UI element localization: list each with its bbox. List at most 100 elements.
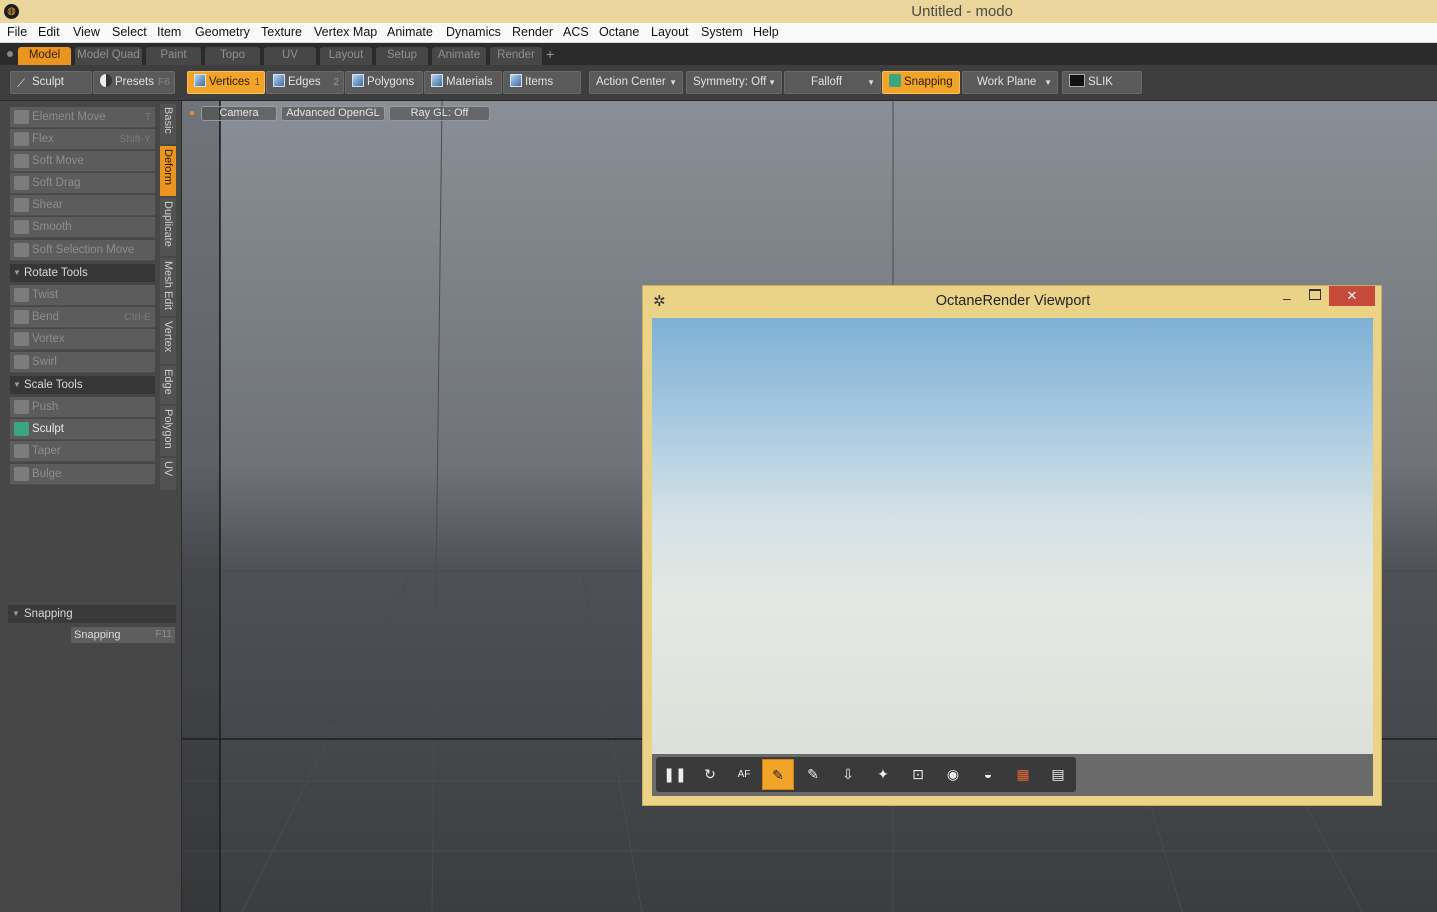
edges-cube-icon (273, 74, 285, 87)
menu-geometry[interactable]: Geometry (195, 25, 250, 39)
menu-item[interactable]: Item (157, 25, 181, 39)
soft-drag-icon (14, 176, 29, 190)
collapse-triangle-icon: ▼ (12, 609, 20, 618)
rotate-tools-header[interactable]: ▼ Rotate Tools (10, 264, 155, 282)
slik-logo-icon (1069, 74, 1085, 87)
pick-white-balance-icon[interactable]: ✎ (797, 759, 829, 790)
polygons-mode-button[interactable]: Polygons (345, 71, 423, 94)
vtab-polygon[interactable]: Polygon (160, 406, 176, 456)
snapping-section-header[interactable]: ▼ Snapping (8, 605, 176, 623)
vertices-mode-button[interactable]: Vertices 1 (187, 71, 265, 94)
add-tab-button[interactable]: + (546, 46, 554, 62)
menu-layout[interactable]: Layout (651, 25, 689, 39)
vortex-tool[interactable]: Vortex (10, 329, 155, 350)
pick-object-icon[interactable]: ✦ (867, 759, 899, 790)
soft-move-tool[interactable]: Soft Move (10, 151, 155, 172)
flex-tool[interactable]: Flex Shift-Y (10, 129, 155, 150)
viewport-shading-button[interactable]: Advanced OpenGL (281, 106, 385, 121)
tool-panel: Element Move T Flex Shift-Y Soft Move So… (0, 101, 182, 912)
snapping-icon (889, 74, 901, 87)
taper-tool[interactable]: Taper (10, 441, 155, 462)
push-icon (14, 400, 29, 414)
minimize-button[interactable]: – (1283, 290, 1299, 306)
close-button[interactable]: ✕ (1329, 286, 1375, 306)
settings-sheet-icon[interactable]: ▤ (1042, 759, 1074, 790)
sculpt-button[interactable]: ⟋ Sculpt (10, 71, 92, 94)
twist-tool[interactable]: Twist (10, 285, 155, 306)
work-plane-dropdown[interactable]: Work Plane ▼ (962, 71, 1058, 94)
menu-render[interactable]: Render (512, 25, 553, 39)
pick-focus-icon[interactable]: ✎ (762, 759, 794, 790)
menu-help[interactable]: Help (753, 25, 779, 39)
swirl-tool[interactable]: Swirl (10, 352, 155, 373)
octane-render-window[interactable]: ✲ OctaneRender Viewport – ✕ ❚❚ ↻ AF ✎ ✎ … (642, 285, 1382, 806)
soft-drag-tool[interactable]: Soft Drag (10, 173, 155, 194)
restart-icon[interactable]: ↻ (694, 759, 726, 790)
items-mode-button[interactable]: Items (503, 71, 581, 94)
autofocus-icon[interactable]: AF (728, 759, 760, 790)
menu-dynamics[interactable]: Dynamics (446, 25, 501, 39)
region-render-icon[interactable]: ⊡ (902, 759, 934, 790)
window-title: Untitled - modo (911, 3, 1013, 20)
presets-button[interactable]: Presets F6 (93, 71, 175, 94)
viewport-gutter (182, 101, 220, 912)
tab-animate[interactable]: Animate (432, 47, 486, 65)
sculpt-tool[interactable]: Sculpt (10, 419, 155, 440)
camera-icon[interactable]: ◉ (937, 759, 969, 790)
bulge-tool[interactable]: Bulge (10, 464, 155, 485)
viewport-camera-button[interactable]: Camera (201, 106, 277, 121)
vtab-uv[interactable]: UV (160, 458, 176, 490)
element-move-tool[interactable]: Element Move T (10, 107, 155, 128)
presets-icon (100, 74, 112, 87)
vtab-basic[interactable]: Basic (160, 104, 176, 144)
color-swatch-icon[interactable]: ▦ (1007, 759, 1039, 790)
materials-mode-button[interactable]: Materials (424, 71, 502, 94)
tab-paint[interactable]: Paint (146, 47, 201, 65)
menu-animate[interactable]: Animate (387, 25, 433, 39)
push-tool[interactable]: Push (10, 397, 155, 418)
menu-edit[interactable]: Edit (38, 25, 60, 39)
smooth-tool[interactable]: Smooth (10, 217, 155, 238)
clay-mode-icon[interactable]: ◒ (972, 759, 1004, 790)
layout-tab-bar: Model Model Quad Paint Topo UV Layout Se… (0, 43, 1437, 65)
snapping-toggle-button[interactable]: Snapping (882, 71, 960, 94)
tab-model-quad[interactable]: Model Quad (75, 47, 142, 65)
menu-file[interactable]: File (7, 25, 27, 39)
menu-vertex-map[interactable]: Vertex Map (314, 25, 377, 39)
tab-model[interactable]: Model (18, 47, 71, 65)
menu-acs[interactable]: ACS (563, 25, 589, 39)
menu-view[interactable]: View (73, 25, 100, 39)
menu-octane[interactable]: Octane (599, 25, 639, 39)
slik-button[interactable]: SLIK (1062, 71, 1142, 94)
tab-setup[interactable]: Setup (376, 47, 428, 65)
maximize-button[interactable] (1309, 289, 1321, 300)
vtab-edge[interactable]: Edge (160, 366, 176, 404)
snapping-panel-button[interactable]: Snapping F11 (71, 627, 175, 643)
falloff-dropdown[interactable]: Falloff ▼ (784, 71, 881, 94)
tab-render[interactable]: Render (490, 47, 542, 65)
vtab-deform[interactable]: Deform (160, 146, 176, 196)
taper-icon (14, 444, 29, 458)
menu-texture[interactable]: Texture (261, 25, 302, 39)
menu-select[interactable]: Select (112, 25, 147, 39)
symmetry-dropdown[interactable]: Symmetry: Off ▼ (686, 71, 782, 94)
smooth-icon (14, 220, 29, 234)
pause-icon[interactable]: ❚❚ (659, 759, 691, 790)
vtab-mesh-edit[interactable]: Mesh Edit (160, 258, 176, 316)
edges-mode-button[interactable]: Edges 2 (266, 71, 344, 94)
vtab-vertex[interactable]: Vertex (160, 318, 176, 364)
bend-tool[interactable]: Bend Ctrl-E (10, 307, 155, 328)
scale-tools-header[interactable]: ▼ Scale Tools (10, 376, 155, 394)
soft-selection-move-tool[interactable]: Soft Selection Move (10, 240, 155, 261)
action-center-dropdown[interactable]: Action Center ▼ (589, 71, 683, 94)
pick-material-icon[interactable]: ⇩ (832, 759, 864, 790)
tab-topo[interactable]: Topo (205, 47, 260, 65)
shear-tool[interactable]: Shear (10, 195, 155, 216)
viewport-raygl-button[interactable]: Ray GL: Off (389, 106, 490, 121)
materials-cube-icon (431, 74, 443, 87)
tab-layout[interactable]: Layout (320, 47, 372, 65)
vtab-duplicate[interactable]: Duplicate (160, 198, 176, 256)
tab-uv[interactable]: UV (264, 47, 316, 65)
octane-render-view[interactable] (652, 318, 1373, 754)
menu-system[interactable]: System (701, 25, 743, 39)
